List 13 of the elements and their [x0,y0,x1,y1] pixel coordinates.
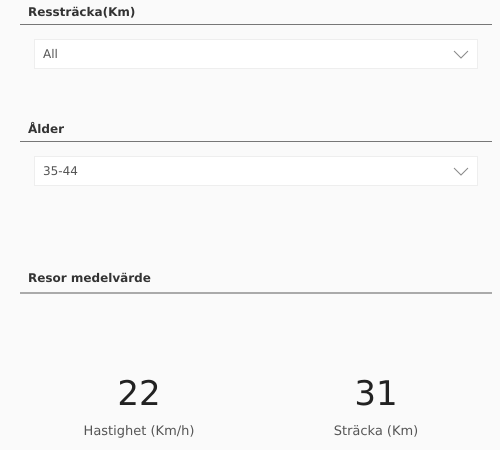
chevron-down-icon [453,49,469,59]
dropdown-value: 35-44 [43,164,78,178]
slicer-title: Ålder [20,119,492,142]
slicer-title: Ressträcka(Km) [20,2,492,25]
metric-label: Sträcka (Km) [334,424,418,439]
dropdown-value: All [43,47,58,61]
chevron-down-icon [453,166,469,176]
section-title: Resor medelvärde [20,268,492,294]
dropdown[interactable]: 35-44 [34,156,478,186]
dropdown[interactable]: All [34,39,478,69]
metric-label: Hastighet (Km/h) [84,424,194,439]
metric-value: 31 [354,374,398,414]
metric-value: 22 [117,374,161,414]
